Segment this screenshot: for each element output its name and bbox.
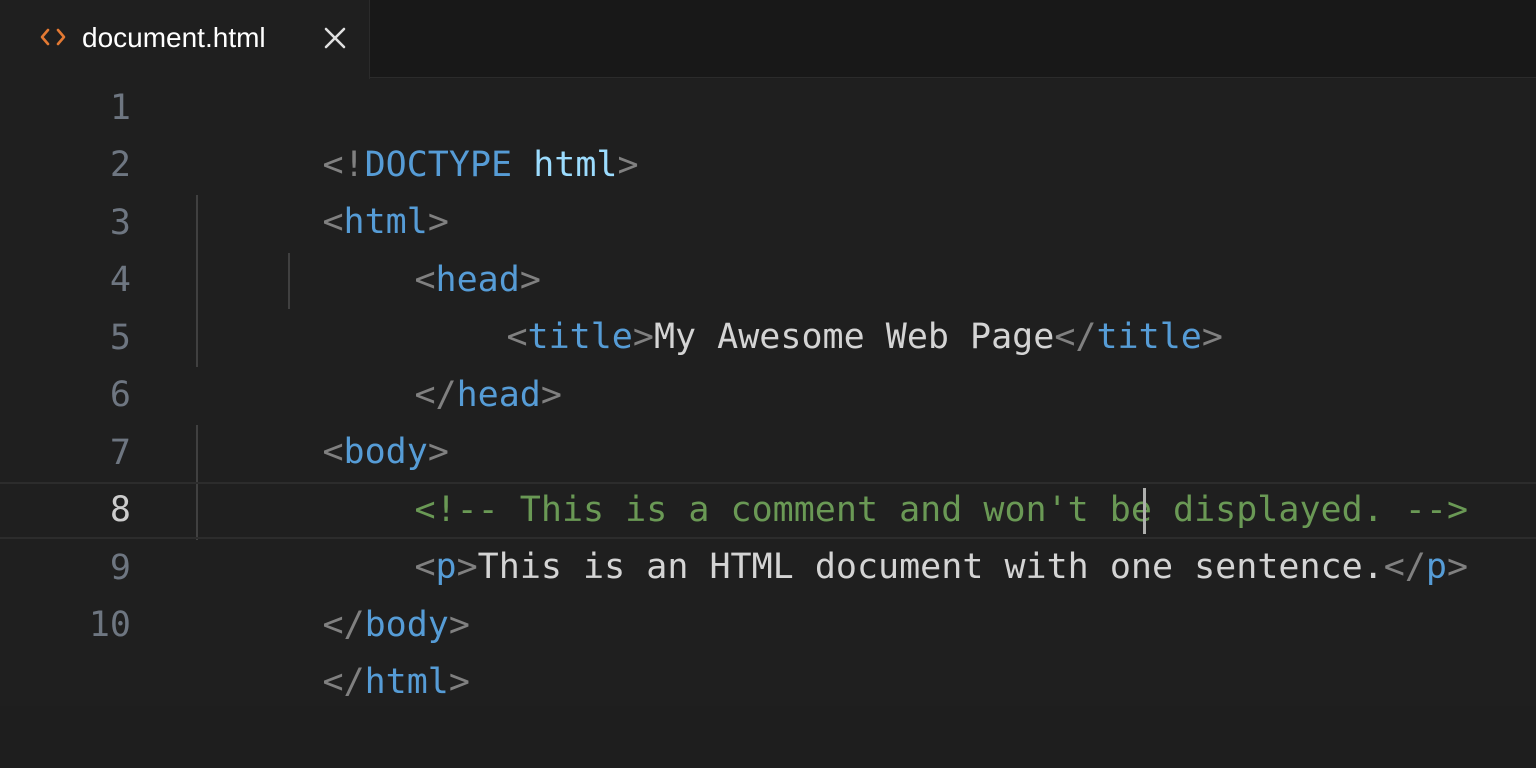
code-line: 10 </html>: [0, 597, 1536, 702]
line-number: 10: [88, 605, 131, 645]
code-line: 7 <!-- This is a comment and won't be di…: [0, 425, 1536, 530]
tab-label: document.html: [82, 22, 266, 53]
text-cursor: [1143, 488, 1146, 534]
code-line: 4 <title>My Awesome Web Page</title>: [0, 252, 1536, 357]
code-line: 9 </body>: [0, 540, 1536, 645]
line-number-active: 8: [109, 490, 131, 530]
line-number: 9: [109, 548, 131, 588]
tab-bar: document.html: [0, 0, 1536, 79]
code-line: 6 <body>: [0, 367, 1536, 472]
tab-document-html[interactable]: document.html: [0, 0, 370, 79]
line-number: 6: [109, 375, 131, 415]
line-number: 1: [109, 88, 131, 128]
line-number: 4: [109, 260, 131, 300]
line-number: 2: [109, 145, 131, 185]
code-line: 5 </head>: [0, 310, 1536, 415]
line-number: 3: [109, 203, 131, 243]
html-file-icon: [38, 22, 68, 52]
token-tag: html: [364, 662, 449, 702]
code-editor[interactable]: 1 <!DOCTYPE html> 2 <html> 3 <head> 4 <t…: [0, 79, 1536, 706]
code-line-current: 8 <p>This is an HTML document with one s…: [0, 482, 1536, 587]
code-line: 2 <html>: [0, 137, 1536, 242]
close-icon[interactable]: [321, 24, 349, 52]
line-number: 7: [109, 433, 131, 473]
token-punctuation: </: [322, 662, 365, 702]
code-line: 3 <head>: [0, 195, 1536, 300]
code-line: 1 <!DOCTYPE html>: [0, 80, 1536, 185]
token-punctuation: >: [448, 662, 470, 702]
line-number: 5: [109, 318, 131, 358]
